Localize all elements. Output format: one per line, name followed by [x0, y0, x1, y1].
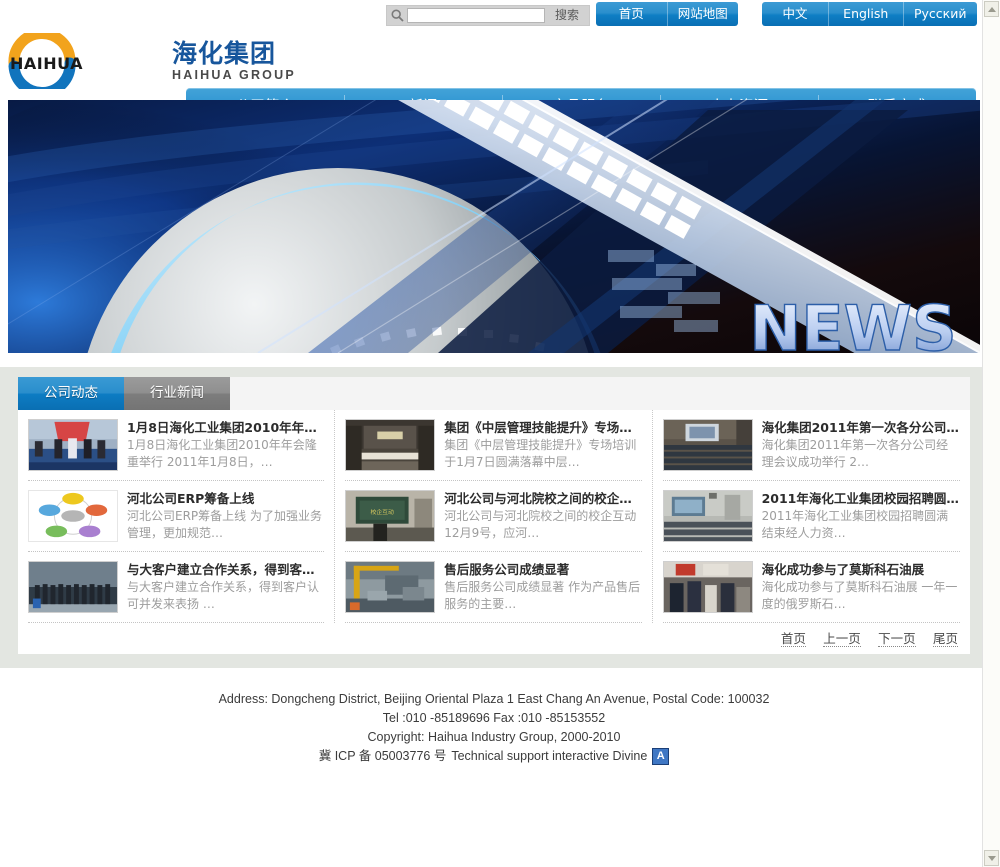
news-item[interactable]: 与大客户建立合作关系，得到客… 与大客户建立合作关系，得到客户认可并发来表扬 …	[28, 552, 324, 623]
page-root: 搜索 首页 网站地图 中文 English Русский HAIHUA 海化集…	[0, 0, 1000, 867]
tab-company-news[interactable]: 公司动态	[18, 377, 124, 410]
news-thumbnail: 校企互动	[345, 490, 435, 542]
language-russian[interactable]: Русский	[903, 2, 978, 26]
scroll-down-button[interactable]	[984, 850, 999, 866]
quick-link-sitemap[interactable]: 网站地图	[667, 2, 739, 26]
footer-icp-badge-icon[interactable]: A	[652, 748, 669, 765]
news-description: 1月8日海化工业集团2010年年会隆重举行 2011年1月8日，…	[127, 437, 324, 471]
page-scrollbar[interactable]	[982, 0, 1000, 867]
news-description: 河北公司ERP筹备上线 为了加强业务管理，更加规范…	[127, 508, 324, 542]
news-thumbnail	[663, 419, 753, 471]
search-input[interactable]	[407, 8, 545, 23]
news-item[interactable]: 河北公司ERP筹备上线 河北公司ERP筹备上线 为了加强业务管理，更加规范…	[28, 481, 324, 552]
chevron-down-icon	[988, 856, 996, 861]
language-chinese[interactable]: 中文	[762, 2, 828, 26]
news-item[interactable]: 海化成功参与了莫斯科石油展 海化成功参与了莫斯科石油展 一年一度的俄罗斯石…	[663, 552, 960, 623]
news-title[interactable]: 海化集团2011年第一次各分公司…	[762, 419, 960, 436]
news-item[interactable]: 2011年海化工业集团校园招聘圆… 2011年海化工业集团校园招聘圆满结束经人力…	[663, 481, 960, 552]
pagination-last[interactable]: 尾页	[933, 631, 958, 647]
top-utility-bar: 搜索 首页 网站地图 中文 English Русский	[0, 0, 988, 30]
news-description: 2011年海化工业集团校园招聘圆满结束经人力资…	[762, 508, 960, 542]
site-logo[interactable]: HAIHUA 海化集团 HAIHUA GROUP	[6, 30, 296, 92]
banner-artwork-icon: NEWS	[8, 100, 980, 353]
news-column-2: 集团《中层管理技能提升》专场… 集团《中层管理技能提升》专场培训于1月7日圆满落…	[335, 410, 652, 623]
footer-copyright: Copyright: Haihua Industry Group, 2000-2…	[0, 728, 988, 747]
news-thumbnail	[28, 561, 118, 613]
news-thumbnail	[28, 419, 118, 471]
search-icon	[387, 6, 407, 25]
news-title[interactable]: 河北公司与河北院校之间的校企…	[444, 490, 641, 507]
language-switcher: 中文 English Русский	[762, 2, 977, 26]
news-column-1: 1月8日海化工业集团2010年年会… 1月8日海化工业集团2010年年会隆重举行…	[18, 410, 335, 623]
news-panel: 公司动态 行业新闻	[0, 367, 988, 668]
news-thumbnail	[28, 490, 118, 542]
news-thumbnail	[663, 490, 753, 542]
news-tabs: 公司动态 行业新闻	[18, 377, 970, 410]
search-box[interactable]: 搜索	[386, 5, 590, 26]
pagination: 首页 上一页 下一页 尾页	[18, 623, 970, 654]
news-title[interactable]: 海化成功参与了莫斯科石油展	[762, 561, 960, 578]
news-thumbnail	[345, 561, 435, 613]
logo-name-cn: 海化集团	[172, 40, 296, 68]
news-item[interactable]: 海化集团2011年第一次各分公司… 海化集团2011年第一次各分公司经理会议成功…	[663, 410, 960, 481]
banner-headline: NEWS	[749, 292, 956, 353]
footer-tech-support: Technical support interactive Divine	[451, 747, 647, 766]
news-title[interactable]: 河北公司ERP筹备上线	[127, 490, 324, 507]
scroll-up-button[interactable]	[984, 1, 999, 17]
footer-address: Address: Dongcheng District, Beijing Ori…	[0, 690, 988, 709]
tab-industry-news[interactable]: 行业新闻	[124, 377, 230, 410]
news-description: 河北公司与河北院校之间的校企互动12月9号，应河…	[444, 508, 641, 542]
news-column-3: 海化集团2011年第一次各分公司… 海化集团2011年第一次各分公司经理会议成功…	[653, 410, 970, 623]
pagination-prev[interactable]: 上一页	[823, 631, 861, 647]
svg-text:校企互动: 校企互动	[371, 508, 395, 516]
footer-icp: 冀 ICP 备 05003776 号 Technical support int…	[319, 747, 670, 766]
news-thumbnail	[345, 419, 435, 471]
news-title[interactable]: 与大客户建立合作关系，得到客…	[127, 561, 324, 578]
news-item[interactable]: 校企互动 河北公司与河北院校之间的校企… 河北公司与河北院校之间的校企互动12月…	[345, 481, 641, 552]
news-title[interactable]: 售后服务公司成绩显著	[444, 561, 641, 578]
svg-text:HAIHUA: HAIHUA	[10, 54, 83, 73]
language-english[interactable]: English	[828, 2, 903, 26]
news-grid: 1月8日海化工业集团2010年年会… 1月8日海化工业集团2010年年会隆重举行…	[18, 410, 970, 623]
search-button[interactable]: 搜索	[545, 6, 589, 25]
news-description: 集团《中层管理技能提升》专场培训于1月7日圆满落幕中层…	[444, 437, 641, 471]
quick-links-group: 首页 网站地图	[596, 2, 738, 26]
quick-link-home[interactable]: 首页	[596, 2, 667, 26]
footer-icp-number[interactable]: 冀 ICP 备 05003776 号	[319, 747, 447, 766]
news-description: 售后服务公司成绩显著 作为产品售后服务的主要…	[444, 579, 641, 613]
header-row: HAIHUA 海化集团 HAIHUA GROUP 公司简介 新闻 产品服务 人力…	[0, 30, 988, 100]
pagination-first[interactable]: 首页	[781, 631, 806, 647]
news-item[interactable]: 售后服务公司成绩显著 售后服务公司成绩显著 作为产品售后服务的主要…	[345, 552, 641, 623]
news-title[interactable]: 集团《中层管理技能提升》专场…	[444, 419, 641, 436]
logo-name-en: HAIHUA GROUP	[172, 68, 296, 82]
panel-footer-spacer	[0, 654, 988, 668]
pagination-next[interactable]: 下一页	[878, 631, 916, 647]
news-description: 与大客户建立合作关系，得到客户认可并发来表扬 …	[127, 579, 324, 613]
news-item[interactable]: 集团《中层管理技能提升》专场… 集团《中层管理技能提升》专场培训于1月7日圆满落…	[345, 410, 641, 481]
news-item[interactable]: 1月8日海化工业集团2010年年会… 1月8日海化工业集团2010年年会隆重举行…	[28, 410, 324, 481]
site-footer: Address: Dongcheng District, Beijing Ori…	[0, 668, 988, 766]
news-title[interactable]: 1月8日海化工业集团2010年年会…	[127, 419, 324, 436]
news-description: 海化集团2011年第一次各分公司经理会议成功举行 2…	[762, 437, 960, 471]
footer-phone: Tel :010 -85189696 Fax :010 -85153552	[0, 709, 988, 728]
news-description: 海化成功参与了莫斯科石油展 一年一度的俄罗斯石…	[762, 579, 960, 613]
news-title[interactable]: 2011年海化工业集团校园招聘圆…	[762, 490, 960, 507]
news-thumbnail	[663, 561, 753, 613]
chevron-up-icon	[988, 7, 996, 12]
logo-mark-icon: HAIHUA	[6, 33, 172, 89]
hero-banner[interactable]: NEWS	[8, 100, 980, 353]
